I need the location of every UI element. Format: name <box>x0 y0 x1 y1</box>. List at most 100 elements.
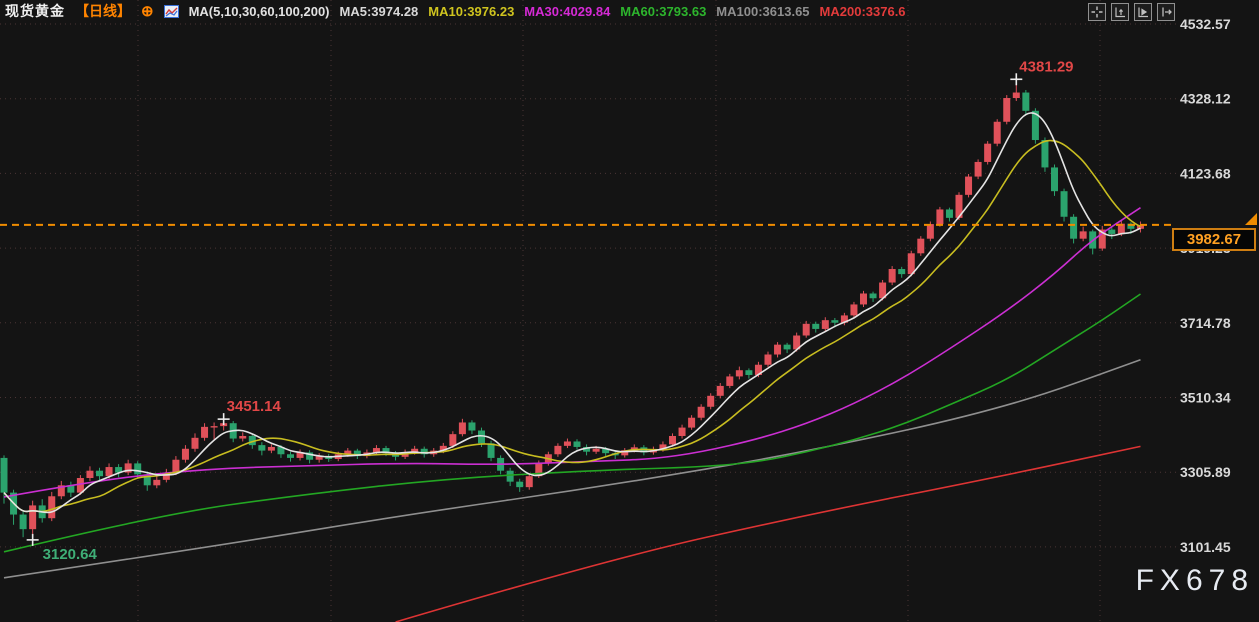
candle-body <box>1003 98 1010 122</box>
candle-body <box>946 209 953 217</box>
candle-body <box>860 293 867 304</box>
candle-body <box>726 376 733 385</box>
watermark: FX678 <box>1136 564 1254 598</box>
candle-body <box>478 431 485 444</box>
ma60-line <box>4 294 1141 552</box>
y-axis-label: 3101.45 <box>1180 539 1231 555</box>
candle-body <box>927 224 934 239</box>
candle-body <box>201 427 208 438</box>
symbol-name: 现货黄金 <box>5 1 65 21</box>
last-price-value: 3982.67 <box>1187 231 1241 248</box>
y-axis-label: 3510.34 <box>1180 390 1231 406</box>
add-instrument-icon[interactable]: ⊕ <box>141 4 154 19</box>
candle-body <box>182 449 189 460</box>
candle-body <box>679 428 686 436</box>
last-price-tag: 3982.67 <box>1172 228 1256 251</box>
ma10-line <box>4 141 1141 512</box>
candle-body <box>134 463 141 474</box>
ma60-value: MA60:3793.63 <box>620 4 706 19</box>
candle-body <box>917 239 924 254</box>
candle-body <box>564 441 571 445</box>
candle-body <box>593 449 600 452</box>
axis-up-arrow-icon[interactable] <box>1111 3 1129 21</box>
period-label[interactable]: 【日线】 <box>75 1 131 21</box>
candle-body <box>1041 140 1048 167</box>
candle-body <box>526 476 533 487</box>
ma5-line <box>4 113 1141 512</box>
y-axis-label: 4123.68 <box>1180 165 1231 181</box>
candle-body <box>172 460 179 473</box>
candle-body <box>1022 93 1029 111</box>
candle-body <box>975 162 982 177</box>
candle-body <box>20 515 27 530</box>
candle-body <box>669 436 676 444</box>
candle-body <box>1070 217 1077 239</box>
candle-body <box>507 471 514 482</box>
latest-price-arrow-icon <box>1243 212 1258 226</box>
candle-body <box>48 496 55 518</box>
candle-body <box>831 320 838 323</box>
chart-header: 现货黄金 【日线】 ⊕ MA(5,10,30,60,100,200) MA5:3… <box>0 0 1259 22</box>
candle-body <box>1108 230 1115 234</box>
candle-body <box>822 320 829 329</box>
candle-body <box>1013 93 1020 98</box>
price-annotation: 4381.29 <box>1019 58 1073 75</box>
candle-body <box>1051 167 1058 191</box>
candle-body <box>936 209 943 224</box>
candle-body <box>268 447 275 451</box>
pan-right-icon[interactable] <box>1157 3 1175 21</box>
candle-body <box>554 446 561 454</box>
candle-body <box>889 269 896 283</box>
candle-body <box>965 177 972 195</box>
candle-body <box>765 355 772 365</box>
ma30-value: MA30:4029.84 <box>524 4 610 19</box>
chart-toolbar <box>1088 3 1175 21</box>
candle-body <box>1 458 8 493</box>
candle-body <box>870 293 877 298</box>
candle-body <box>77 478 84 493</box>
candle-body <box>707 396 714 407</box>
candle-body <box>192 438 199 449</box>
candle-body <box>468 422 475 430</box>
candle-body <box>736 370 743 376</box>
candle-body <box>86 471 93 478</box>
candle-body <box>803 324 810 336</box>
ma-settings-label[interactable]: MA(5,10,30,60,100,200) <box>189 4 330 19</box>
line-chart-icon[interactable] <box>164 5 179 18</box>
y-axis-label: 3714.78 <box>1180 315 1231 331</box>
candle-body <box>1061 191 1068 217</box>
candle-body <box>784 345 791 350</box>
price-annotation: 3451.14 <box>227 398 282 415</box>
candle-body <box>1080 231 1087 238</box>
candle-body <box>29 505 36 529</box>
candle-body <box>258 445 265 450</box>
candle-body <box>574 441 581 446</box>
ma5-value: MA5:3974.28 <box>340 4 419 19</box>
chart-app: 现货黄金 【日线】 ⊕ MA(5,10,30,60,100,200) MA5:3… <box>0 0 1259 622</box>
candle-body <box>774 345 781 355</box>
candle-body <box>449 434 456 446</box>
candle-body <box>688 418 695 428</box>
price-annotation: 3120.64 <box>43 546 98 563</box>
candle-body <box>239 436 246 439</box>
candlestick-chart[interactable]: 4381.293451.143120.644532.574328.124123.… <box>0 0 1259 622</box>
candle-body <box>984 144 991 162</box>
candle-body <box>96 471 103 476</box>
crosshair-icon[interactable] <box>1088 3 1106 21</box>
candle-body <box>106 467 113 476</box>
candle-body <box>812 324 819 329</box>
ma200-value: MA200:3376.6 <box>820 4 906 19</box>
ma100-value: MA100:3613.65 <box>716 4 809 19</box>
candle-body <box>153 480 160 485</box>
candle-body <box>211 426 218 427</box>
candle-body <box>850 304 857 315</box>
axis-play-icon[interactable] <box>1134 3 1152 21</box>
y-axis-label: 4328.12 <box>1180 91 1231 107</box>
candle-body <box>745 370 752 375</box>
candle-body <box>459 422 466 434</box>
candle-body <box>488 443 495 458</box>
candle-body <box>898 269 905 274</box>
candle-body <box>908 253 915 274</box>
candle-body <box>717 386 724 396</box>
candle-body <box>287 454 294 458</box>
